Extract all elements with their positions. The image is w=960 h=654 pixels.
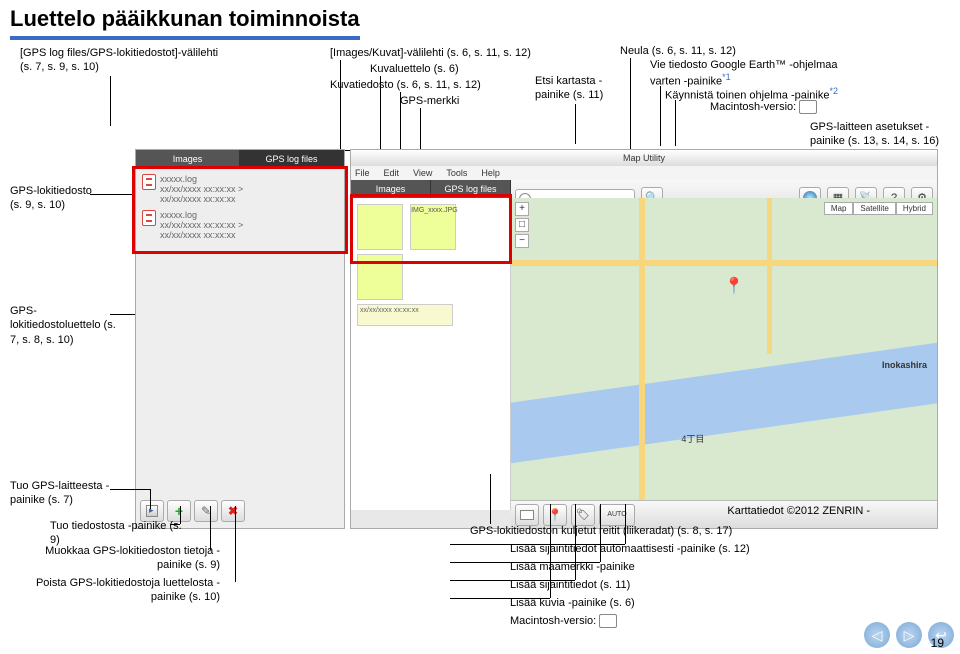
mac-icon [599, 614, 617, 628]
map-type-map[interactable]: Map [824, 202, 854, 215]
tab-images[interactable]: Images [136, 150, 240, 168]
callout-tab-images: [Images/Kuvat]-välilehti (s. 6, s. 11, s… [330, 46, 580, 60]
edit-log-button[interactable]: ✎ [194, 500, 218, 522]
wtab-logs[interactable]: GPS log files [431, 180, 511, 198]
zoom-out-button[interactable]: − [515, 234, 529, 248]
diagram-area: [GPS log files/GPS-lokitiedostot]-välile… [10, 44, 950, 654]
title-underline [10, 36, 360, 40]
map-zoom-controls[interactable]: + □ − [515, 202, 529, 250]
log-entry[interactable]: xxxxx.log xx/xx/xxxx xx:xx:xx > xx/xx/xx… [142, 210, 338, 240]
callout-logfile: GPS-lokitiedosto (s. 9, s. 10) [10, 184, 100, 213]
menubar[interactable]: File Edit View Tools Help [351, 166, 937, 180]
callout-tracks: GPS-lokitiedoston kuljetut reitit (liike… [470, 524, 732, 538]
callout-map-credit: Karttatiedot ©2012 ZENRIN - [670, 504, 870, 518]
map-label-street: 4丁目 [681, 432, 704, 445]
map-view[interactable]: + □ − Map Satellite Hybrid 📍 Inokashira … [511, 198, 937, 510]
callout-tab-gps: [GPS log files/GPS-lokitiedostot]-välile… [20, 46, 220, 75]
thumbnail-note: xx/xx/xxxx xx:xx:xx [357, 304, 453, 326]
thumbnail[interactable] [357, 204, 403, 250]
thumbnail-list: IMG_xxxx.JPG xx/xx/xxxx xx:xx:xx [351, 198, 511, 510]
nav-prev-button[interactable]: ◁ [864, 622, 890, 648]
thumbnail[interactable]: IMG_xxxx.JPG [410, 204, 456, 250]
log-file-icon [142, 174, 156, 190]
callout-import-device: Tuo GPS-laitteesta -painike (s. 7) [10, 479, 130, 508]
map-type-hybrid[interactable]: Hybrid [896, 202, 933, 215]
log-file-icon [142, 210, 156, 226]
auto-add-button[interactable]: AUTO [599, 504, 635, 526]
menu-tools[interactable]: Tools [446, 168, 467, 178]
map-label-inokashira: Inokashira [882, 360, 927, 370]
page-title: Luettelo pääikkunan toiminnoista [0, 0, 960, 34]
page-number: 19 [931, 636, 944, 650]
map-pin-icon[interactable]: 📍 [724, 276, 744, 296]
callout-gps-marker: GPS-merkki [400, 94, 459, 108]
map-type-satellite[interactable]: Satellite [853, 202, 895, 215]
callout-thumb-list: Kuvaluettelo (s. 6) [370, 62, 459, 76]
callout-mac1: Macintosh-versio: [710, 100, 817, 114]
app-window: Map Utility File Edit View Tools Help Im… [350, 149, 938, 529]
callout-edit-log: Muokkaa GPS-lokitiedoston tietoja -paini… [40, 544, 220, 573]
menu-file[interactable]: File [355, 168, 370, 178]
add-location-button[interactable]: 📍 [543, 504, 567, 526]
zoom-in-button[interactable]: + [515, 202, 529, 216]
menu-edit[interactable]: Edit [384, 168, 400, 178]
window-titlebar: Map Utility [351, 150, 937, 166]
log-panel: Images GPS log files xxxxx.log xx/xx/xxx… [135, 149, 345, 529]
callout-image-file: Kuvatiedosto (s. 6, s. 11, s. 12) [330, 78, 481, 92]
add-images-button[interactable] [515, 504, 539, 526]
callout-mac2: Macintosh-versio: [510, 614, 617, 628]
menu-help[interactable]: Help [481, 168, 500, 178]
callout-pin: Neula (s. 6, s. 11, s. 12) [620, 44, 770, 58]
menu-view[interactable]: View [413, 168, 432, 178]
callout-search: Etsi kartasta -painike (s. 11) [535, 74, 615, 103]
thumbnail[interactable] [357, 254, 403, 300]
mac-icon [799, 100, 817, 114]
callout-gps-settings: GPS-laitteen asetukset -painike (s. 13, … [810, 120, 940, 149]
zoom-reset-button[interactable]: □ [515, 218, 529, 232]
nav-next-button[interactable]: ▷ [896, 622, 922, 648]
tab-logfiles[interactable]: GPS log files [240, 150, 344, 168]
callout-delete-log: Poista GPS-lokitiedostoja luettelosta -p… [30, 576, 220, 605]
callout-export-ge: Vie tiedosto Google Earth™ -ohjelmaa var… [650, 58, 860, 89]
log-entry[interactable]: xxxxx.log xx/xx/xxxx xx:xx:xx > xx/xx/xx… [142, 174, 338, 204]
wtab-images[interactable]: Images [351, 180, 431, 198]
callout-loglist: GPS-lokitiedostoluettelo (s. 7, s. 8, s.… [10, 304, 120, 347]
delete-log-button[interactable]: ✖ [221, 500, 245, 522]
